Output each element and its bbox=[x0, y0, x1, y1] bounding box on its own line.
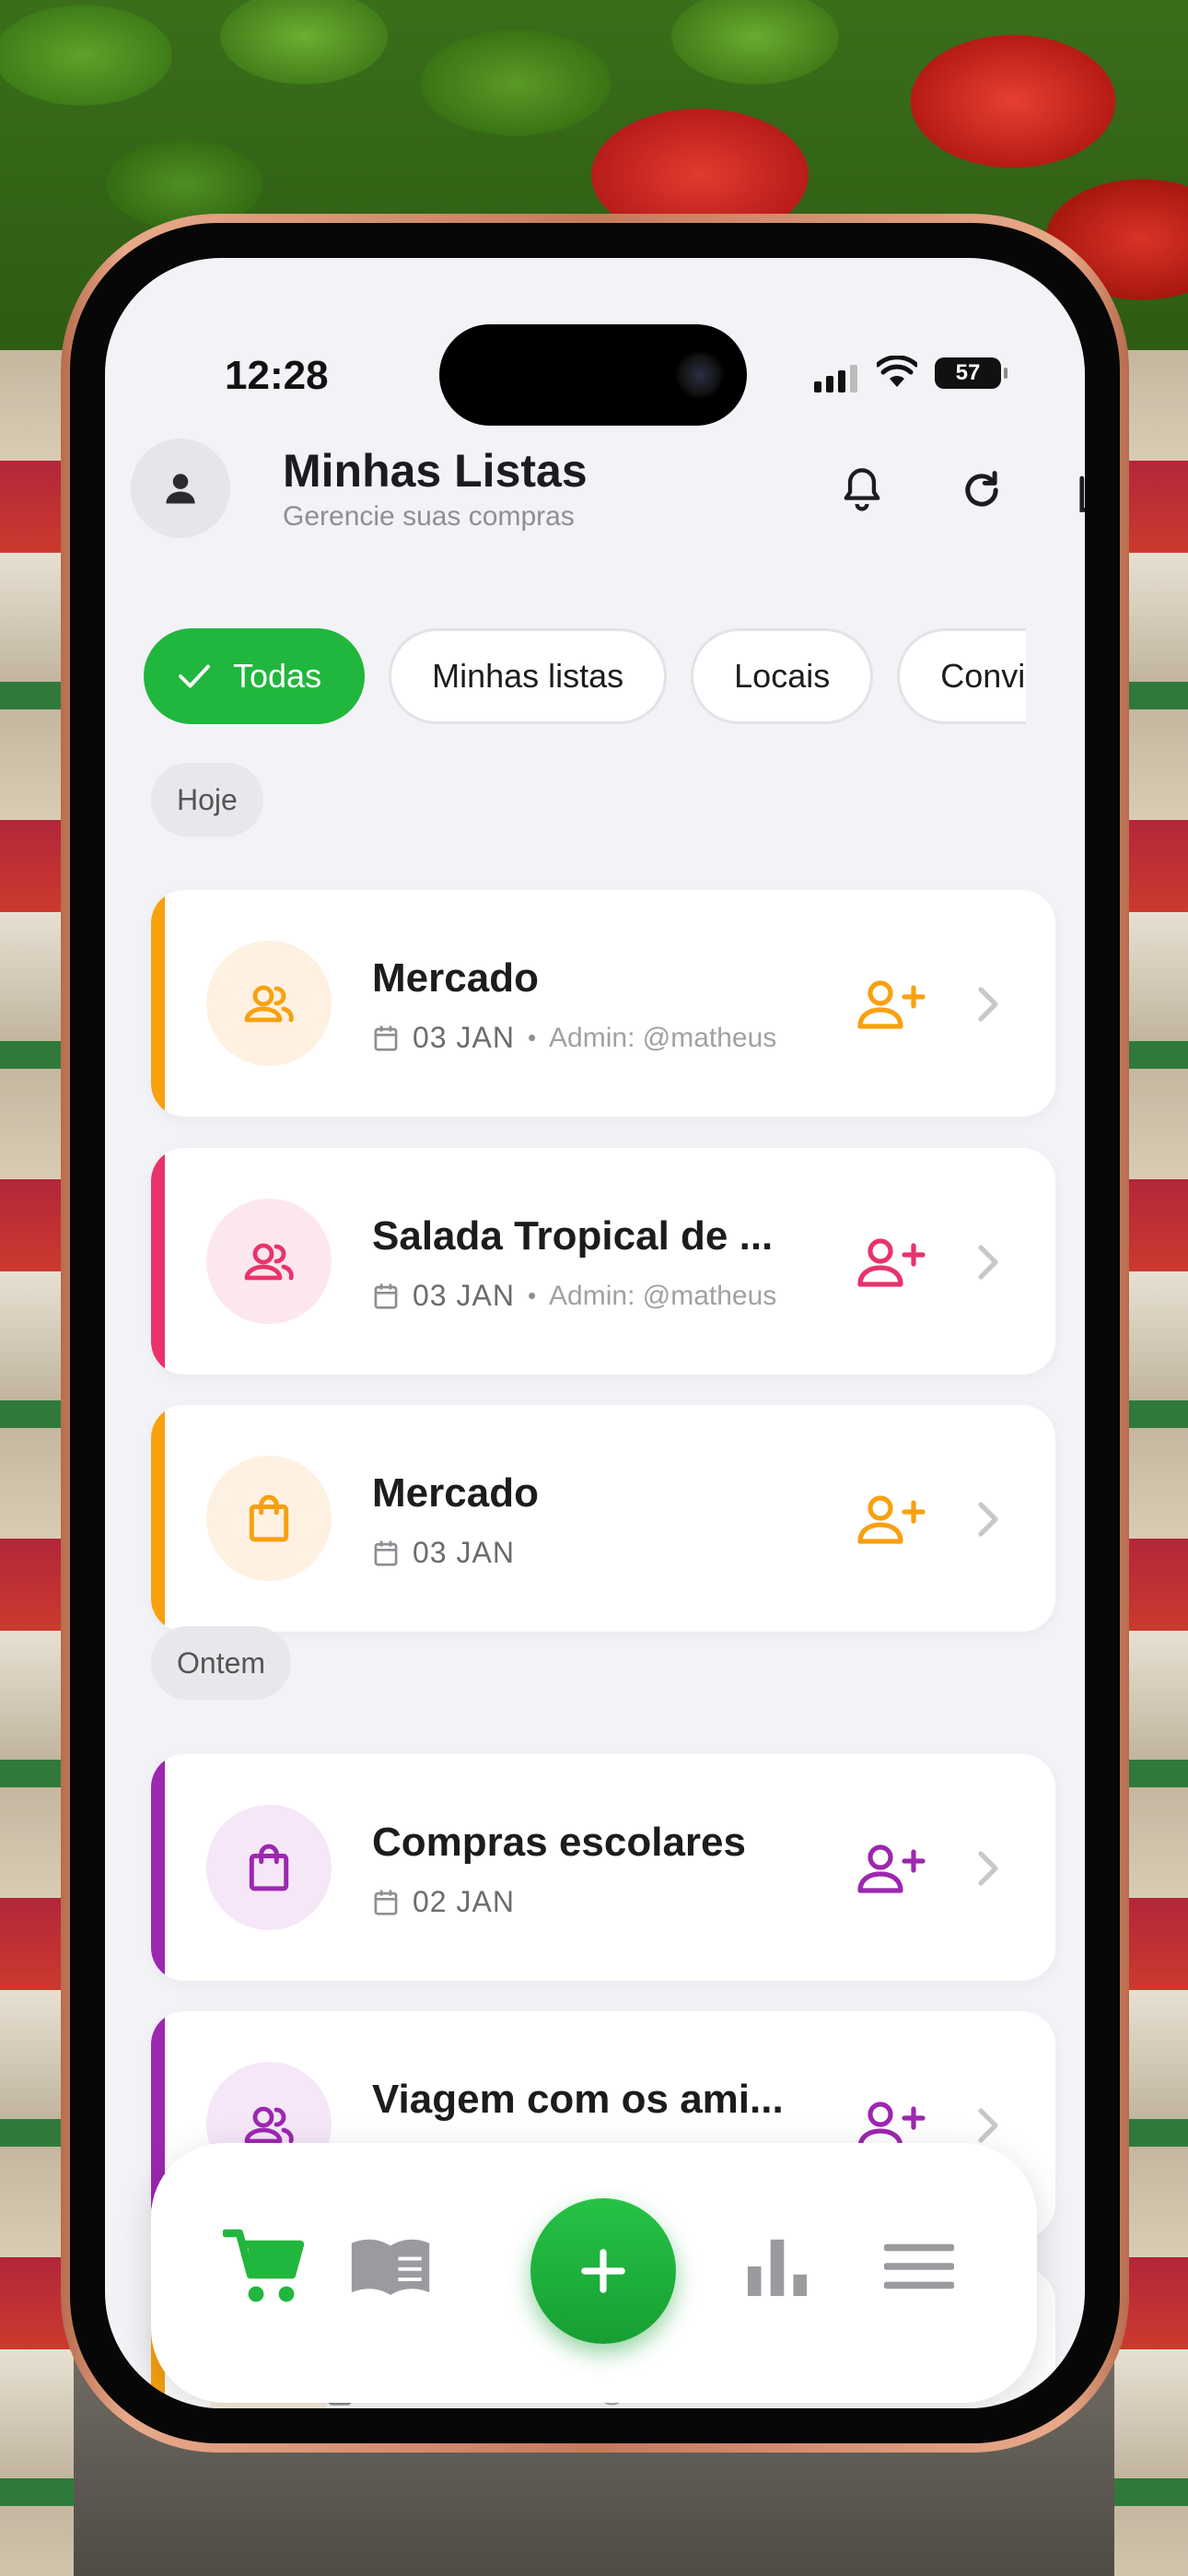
group-icon bbox=[244, 1243, 294, 1281]
chevron-right-icon bbox=[978, 1851, 998, 1886]
phone-frame: 12:28 57 Minhas Listas Gerencie suas com… bbox=[61, 214, 1129, 2453]
list-date: 03 JAN bbox=[413, 1279, 515, 1312]
nav-item-recipes[interactable] bbox=[344, 2220, 437, 2313]
wifi-icon bbox=[877, 356, 917, 387]
chevron-right-icon bbox=[978, 1245, 998, 1280]
filter-chip-todas[interactable]: Todas bbox=[144, 628, 366, 724]
nav-item-stats[interactable] bbox=[731, 2220, 823, 2313]
list-card[interactable]: Mercado 03 JAN bbox=[151, 1405, 1055, 1632]
card-icon bbox=[206, 1805, 332, 1930]
chevron-right-icon bbox=[978, 987, 998, 1022]
list-date: 03 JAN bbox=[413, 1021, 515, 1054]
list-card[interactable]: Compras escolares 02 JAN bbox=[151, 1754, 1055, 1981]
refresh-icon bbox=[965, 471, 998, 507]
add-person-icon[interactable] bbox=[856, 1843, 926, 1894]
filter-chip-label: Minhas listas bbox=[432, 657, 624, 695]
section-header-yesterday: Ontem bbox=[151, 1626, 292, 1700]
card-icon bbox=[206, 1199, 332, 1324]
list-meta: 03 JAN • Admin: @matheus bbox=[372, 1021, 776, 1055]
chevron-right-icon bbox=[978, 1502, 998, 1537]
app-screen: 12:28 57 Minhas Listas Gerencie suas com… bbox=[105, 258, 1085, 2408]
list-name: Mercado bbox=[372, 1470, 539, 1516]
add-person-icon[interactable] bbox=[856, 1236, 926, 1288]
cart-icon bbox=[223, 2229, 305, 2302]
copy-button[interactable] bbox=[1068, 461, 1085, 520]
list-name: Viagem com os ami... bbox=[372, 2077, 784, 2122]
battery-icon: 57 bbox=[935, 357, 1007, 389]
list-meta: 03 JAN • Admin: @matheus bbox=[372, 1279, 776, 1313]
filter-chip-label: Convi bbox=[940, 657, 1026, 695]
calendar-icon bbox=[374, 1282, 398, 1309]
list-card[interactable]: Mercado 03 JAN • Admin: @matheus bbox=[151, 890, 1055, 1117]
book-icon bbox=[351, 2239, 430, 2295]
filter-chip-convites[interactable]: Convi bbox=[897, 628, 1027, 724]
group-icon bbox=[244, 985, 294, 1023]
user-icon bbox=[166, 474, 195, 504]
list-date: 02 JAN bbox=[413, 1885, 515, 1918]
meta-separator: • bbox=[527, 1024, 537, 1051]
filter-chip-locais[interactable]: Locais bbox=[691, 628, 874, 724]
list-name: Salada Tropical de ... bbox=[372, 1213, 774, 1259]
add-icon bbox=[581, 2249, 625, 2293]
chevron-right-icon bbox=[978, 2108, 998, 2143]
camera-icon bbox=[675, 350, 725, 400]
bell-icon bbox=[844, 468, 880, 511]
calendar-icon bbox=[374, 1540, 398, 1566]
add-person-icon[interactable] bbox=[856, 1493, 926, 1545]
dynamic-island bbox=[439, 324, 747, 426]
nav-item-menu[interactable] bbox=[873, 2220, 965, 2313]
filter-chips: Todas Minhas listas Locais Convi bbox=[144, 628, 1027, 724]
add-list-button[interactable] bbox=[530, 2198, 676, 2344]
copy-icon bbox=[1079, 475, 1085, 512]
filter-chip-label: Todas bbox=[233, 657, 322, 695]
card-accent-bar bbox=[151, 890, 165, 1117]
list-name: Compras escolares bbox=[372, 1820, 746, 1865]
list-admin: Admin: @matheus bbox=[549, 1022, 777, 1053]
list-meta: 02 JAN bbox=[372, 1885, 515, 1919]
add-person-icon[interactable] bbox=[856, 978, 926, 1030]
card-accent-bar bbox=[151, 1754, 165, 1981]
list-meta: 03 JAN bbox=[372, 1536, 515, 1570]
avatar[interactable] bbox=[131, 439, 230, 538]
menu-icon bbox=[884, 2243, 954, 2289]
nav-item-lists[interactable] bbox=[221, 2220, 313, 2313]
check-icon bbox=[179, 664, 210, 688]
list-card[interactable]: Salada Tropical de ... 03 JAN • Admin: @… bbox=[151, 1148, 1055, 1375]
page-title: Minhas Listas bbox=[283, 445, 588, 497]
status-time: 12:28 bbox=[225, 353, 329, 398]
page-subtitle: Gerencie suas compras bbox=[283, 501, 575, 532]
shopping-bag-icon bbox=[249, 1494, 289, 1542]
list-name: Mercado bbox=[372, 955, 539, 1001]
bar-chart-icon bbox=[747, 2239, 808, 2297]
list-date: 03 JAN bbox=[413, 1536, 515, 1569]
list-admin: Admin: @matheus bbox=[549, 1280, 777, 1311]
card-icon bbox=[206, 1456, 332, 1581]
cellular-signal-icon bbox=[814, 365, 857, 392]
calendar-icon bbox=[374, 1889, 398, 1915]
card-accent-bar bbox=[151, 1405, 165, 1632]
calendar-icon bbox=[374, 1025, 398, 1051]
refresh-button[interactable] bbox=[952, 461, 1011, 520]
group-icon bbox=[244, 2106, 294, 2144]
status-bar: 12:28 57 bbox=[105, 258, 1085, 426]
shopping-bag-icon bbox=[249, 1844, 289, 1891]
card-icon bbox=[206, 941, 332, 1066]
filter-chip-label: Locais bbox=[734, 657, 831, 695]
card-accent-bar bbox=[151, 1148, 165, 1375]
section-header-today: Hoje bbox=[151, 763, 263, 837]
notifications-button[interactable] bbox=[833, 461, 891, 520]
filter-chip-minhas-listas[interactable]: Minhas listas bbox=[389, 628, 668, 724]
bottom-nav bbox=[151, 2143, 1037, 2403]
meta-separator: • bbox=[527, 1282, 537, 1309]
